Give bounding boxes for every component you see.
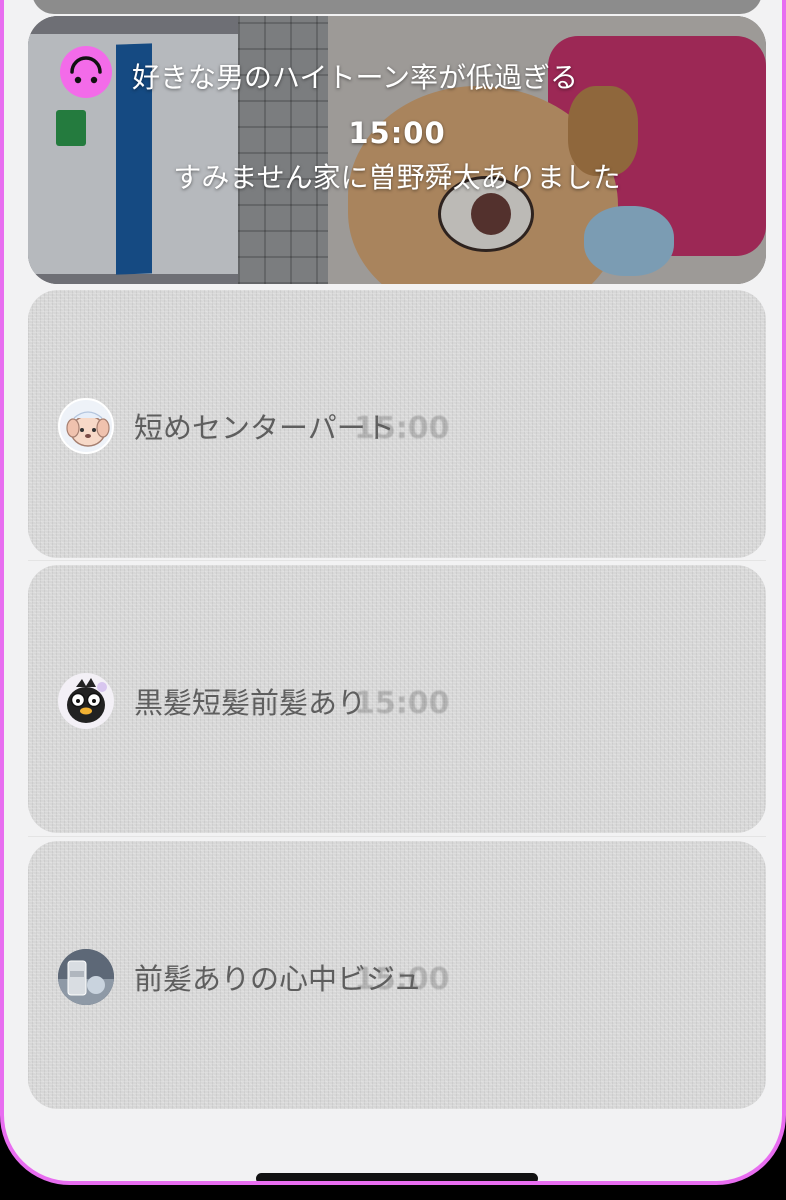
hero-subtitle: すみません家に曽野舜太ありました — [173, 161, 621, 194]
item-label: 前髪ありの心中ビジュ — [134, 962, 422, 996]
ghost-time: 15:00 — [354, 686, 450, 721]
list-item[interactable]: 15:00 黒髪短髪前髪あり — [28, 565, 766, 833]
puppy-avatar-icon — [58, 398, 114, 454]
penguin-avatar-icon — [58, 673, 114, 729]
jar-photo-avatar-icon — [58, 949, 114, 1005]
list-item[interactable]: 15:00 短めセンターパート — [28, 290, 766, 558]
list-item[interactable]: 15:00 前髪ありの心中ビジュ — [28, 841, 766, 1109]
hero-title: 好きな男のハイトーン率が低過ぎる — [132, 61, 579, 94]
previous-card-edge — [32, 0, 762, 14]
divider — [28, 560, 766, 561]
item-label: 短めセンターパート — [134, 411, 395, 445]
phone-frame: 好きな男のハイトーン率が低過ぎる 15:00 すみません家に曽野舜太ありました … — [0, 0, 786, 1185]
divider — [28, 836, 766, 837]
upside-down-smile-icon[interactable] — [60, 46, 112, 98]
hero-time: 15:00 — [348, 116, 446, 150]
hero-card[interactable]: 好きな男のハイトーン率が低過ぎる 15:00 すみません家に曽野舜太ありました — [28, 16, 766, 284]
home-indicator[interactable] — [256, 1173, 538, 1181]
item-label: 黒髪短髪前髪あり — [134, 686, 367, 720]
